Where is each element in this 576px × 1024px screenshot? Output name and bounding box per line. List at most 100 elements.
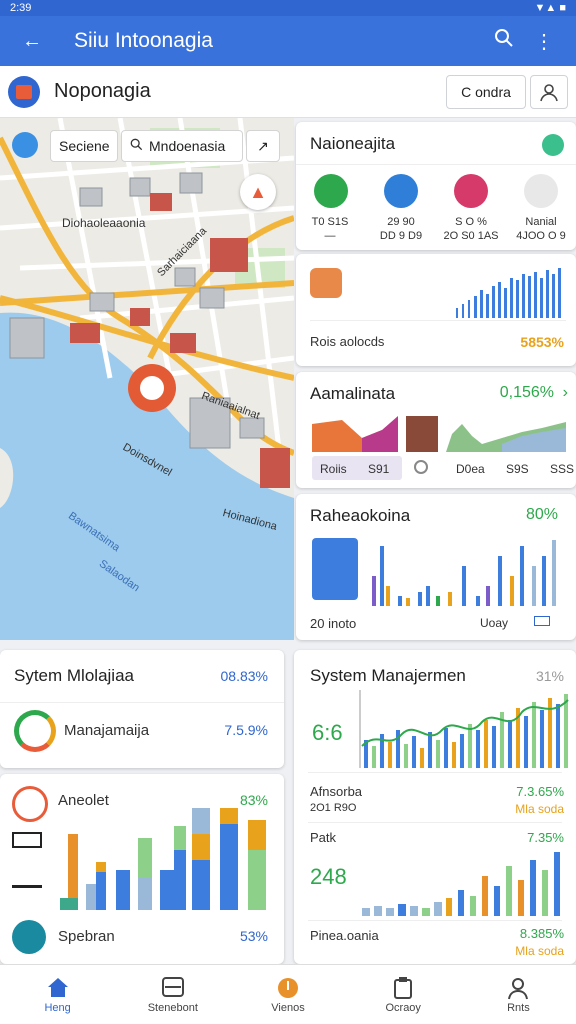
nav-explore[interactable]: Vienos	[230, 965, 345, 1024]
map-filter-chip[interactable]: Seciene	[50, 130, 118, 162]
management-row-value2: Mla soda	[515, 802, 564, 816]
management-big-number: 248	[310, 864, 347, 889]
storage-icon	[161, 976, 185, 1002]
performance-card: Raheaokoina 80% 20 inoto Uoay	[296, 494, 576, 640]
activity-bars	[60, 808, 266, 910]
management-row-value: 7.35%	[527, 830, 564, 845]
item-sub: 4JOO O 9	[516, 230, 566, 242]
item-label: Nanial	[525, 216, 557, 228]
card-title: Naioneajita	[310, 134, 396, 153]
status-icons: ▼▲ ■	[534, 2, 566, 14]
card-title: Aamalinata	[310, 384, 396, 403]
status-icon	[542, 134, 564, 156]
management-row-label: Patk	[310, 830, 337, 845]
gauge-icon	[14, 710, 56, 752]
app-logo-icon	[8, 75, 40, 108]
management-value: 31%	[535, 668, 564, 684]
system-row-value: 7.5.9%	[224, 722, 268, 738]
map-view[interactable]: Diohaoleaaonia Sarhaiciaana Raniaaialnat…	[0, 118, 294, 640]
item-sub: DD 9 D9	[379, 230, 423, 242]
management-row-value: 7.3.65%	[516, 784, 564, 799]
nav-label: Ocraoy	[385, 1001, 421, 1014]
nav-profile[interactable]: Rnts	[461, 965, 576, 1024]
performance-value: 80%	[525, 506, 558, 523]
moon-icon[interactable]	[384, 174, 418, 208]
car-icon	[12, 874, 42, 888]
app-bar: ← Siiu Intoonagia ⋮	[0, 16, 576, 66]
card-title: System Manajermen	[310, 666, 466, 685]
analytics-areas	[312, 416, 566, 452]
direction-icon[interactable]	[524, 174, 558, 208]
chevron-right-icon[interactable]: ›	[563, 384, 568, 402]
management-row-value: 8.385%	[519, 926, 564, 941]
location-icon[interactable]	[454, 174, 488, 208]
activity-label: Spebran	[58, 928, 115, 945]
system-management-card: System Manajermen 31% 6:6 Afnsorba 2O1 R…	[294, 650, 576, 964]
back-arrow-icon[interactable]: ←	[12, 30, 52, 53]
user-icon[interactable]	[530, 74, 568, 109]
truck-icon	[12, 832, 42, 848]
trend-bars	[456, 268, 561, 318]
spectrum-icon	[12, 920, 46, 954]
info-icon[interactable]	[414, 460, 428, 474]
item-label: T0 S1S	[311, 216, 349, 228]
area-label: S9S	[506, 462, 529, 476]
performance-meta: Uoay	[480, 616, 509, 630]
map-search-chip[interactable]: Mndoenasia	[121, 130, 243, 162]
traffic-label: Rois aolocds	[310, 334, 385, 349]
nav-label: Rnts	[507, 1001, 530, 1014]
context-title: Noponagia	[54, 80, 151, 102]
item-label: S O %	[455, 216, 487, 228]
location-pin-icon[interactable]	[12, 132, 38, 158]
management-chart	[359, 690, 569, 768]
context-button[interactable]: C ondra	[446, 74, 526, 109]
clipboard-icon	[392, 976, 414, 1002]
activity-icon	[12, 786, 48, 822]
management-row-value2: Mla soda	[515, 944, 564, 958]
item-sub: —	[324, 230, 336, 242]
management-bars	[362, 852, 560, 916]
context-header: Noponagia C ondra	[0, 66, 576, 118]
overview-card: Naioneajita T0 S1S — 29 90 DD 9 D9 S O %…	[296, 122, 576, 250]
more-vert-icon[interactable]: ⋮	[524, 29, 564, 54]
area-label: SSS	[550, 462, 575, 476]
expand-icon[interactable]: ↗	[246, 130, 280, 162]
system-card: Sytem Mlolajiaa 08.83% Manajamaija 7.5.9…	[0, 650, 284, 768]
status-bar: 2:39 ▼▲ ■	[0, 0, 576, 16]
bottom-nav: Heng Stenebont Vienos Ocraoy Rnts	[0, 964, 576, 1024]
map-icon[interactable]	[314, 174, 348, 208]
nav-storage[interactable]: Stenebont	[115, 965, 230, 1024]
activity-card: Aneolet 83% Spebran 53%	[0, 774, 284, 964]
chart-icon	[310, 268, 342, 298]
nav-label: Stenebont	[147, 1001, 198, 1014]
layers-icon[interactable]: ▲	[240, 174, 276, 210]
area-label: Roiis	[320, 462, 347, 476]
message-icon[interactable]	[534, 616, 550, 626]
traffic-card: Rois aolocds 5853%	[296, 254, 576, 366]
card-title: Raheaokoina	[310, 506, 411, 525]
item-label: 29 90	[387, 216, 415, 228]
home-icon	[46, 976, 70, 1002]
search-icon	[130, 138, 143, 154]
analytics-value: 0,156%	[499, 384, 554, 401]
area-label: S91	[368, 462, 390, 476]
nav-clipboard[interactable]: Ocraoy	[346, 965, 461, 1024]
management-row-sub: 2O1 R9O	[310, 802, 357, 814]
item-sub: 2O S0 1AS	[443, 230, 499, 242]
management-big-number: 6:6	[312, 720, 343, 745]
compass-icon	[276, 976, 300, 1002]
search-icon[interactable]	[484, 28, 524, 54]
card-title: Sytem Mlolajiaa	[14, 666, 134, 685]
system-row-label: Manajamaija	[64, 722, 150, 739]
performance-footer: 20 inoto	[310, 616, 357, 631]
performance-bars	[372, 540, 556, 606]
building-icon	[312, 538, 358, 600]
person-icon	[506, 976, 530, 1002]
area-label: D0ea	[456, 462, 485, 476]
analytics-card[interactable]: Aamalinata 0,156% › Roiis S91 D0ea S9S S…	[296, 372, 576, 488]
activity-value: 53%	[239, 928, 268, 944]
map-search-text: Mndoenasia	[149, 138, 226, 154]
system-value: 08.83%	[220, 668, 268, 684]
nav-label: Vienos	[271, 1001, 305, 1014]
nav-home[interactable]: Heng	[0, 965, 115, 1024]
